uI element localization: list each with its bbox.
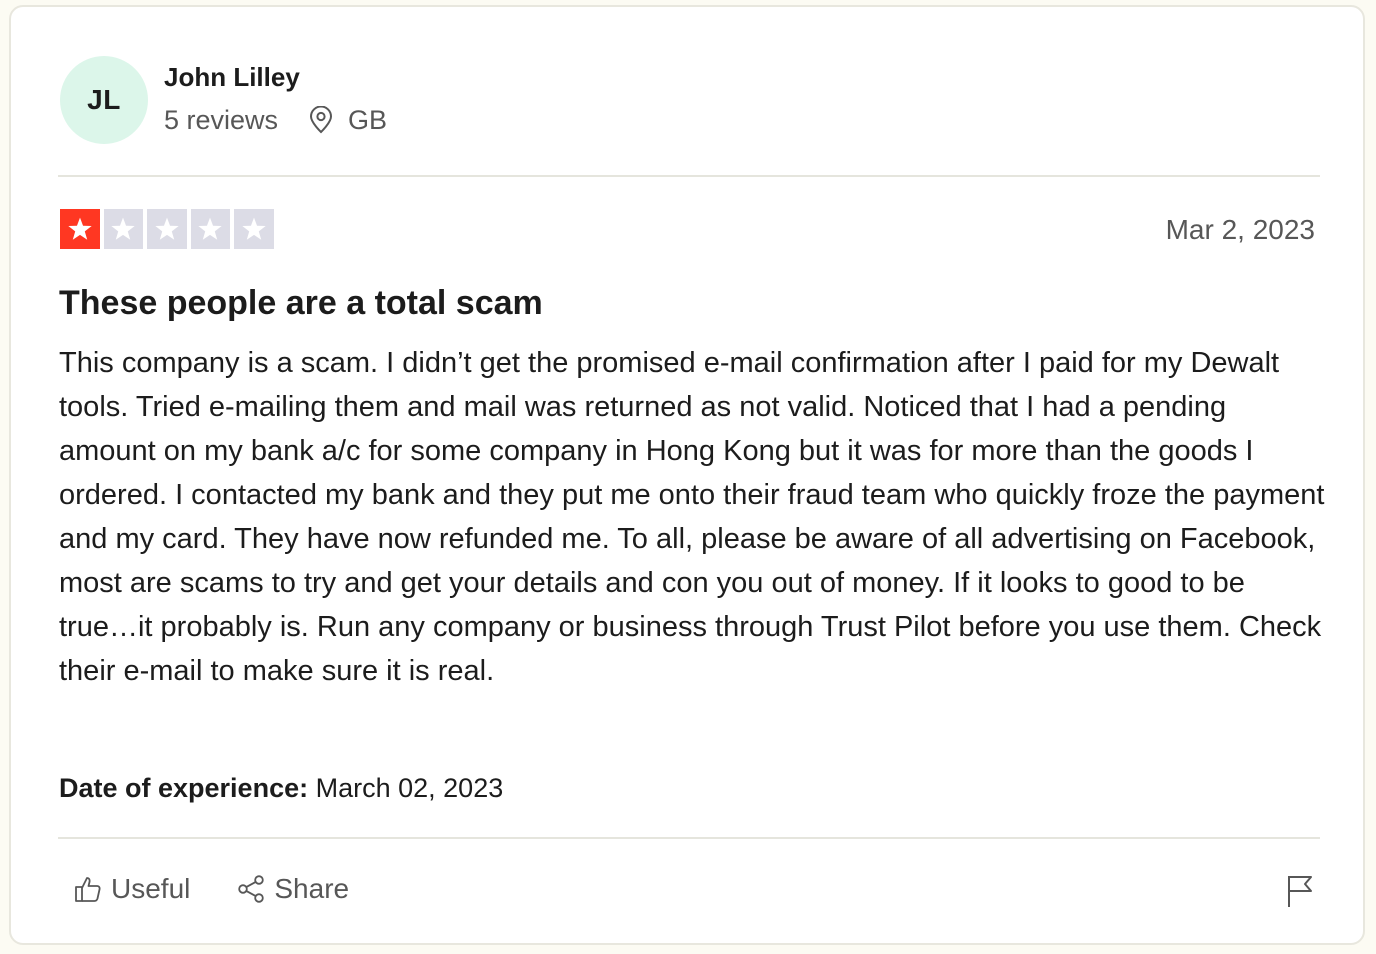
consumer-meta: 5 reviews GB [164, 103, 387, 137]
star-5 [234, 209, 274, 249]
review-actions: Useful Share [73, 873, 349, 905]
share-label: Share [274, 873, 350, 904]
thumbs-up-icon [73, 874, 103, 904]
star-rating [60, 209, 274, 249]
consumer-location: GB [348, 104, 388, 135]
useful-button[interactable]: Useful [73, 873, 190, 905]
avatar-initials: JL [87, 84, 121, 115]
review-title[interactable]: These people are a total scam [59, 283, 543, 323]
header-divider [58, 175, 1320, 177]
location-pin-icon [308, 106, 334, 134]
flag-icon [1286, 874, 1314, 908]
star-3 [147, 209, 187, 249]
star-1 [60, 209, 100, 249]
review-date: Mar 2, 2023 [1165, 214, 1315, 245]
useful-label: Useful [111, 873, 191, 904]
star-icon [111, 217, 135, 240]
date-of-experience: Date of experience: March 02, 2023 [59, 771, 503, 805]
experience-date: March 02, 2023 [315, 773, 504, 803]
share-icon [236, 874, 266, 904]
footer-divider [58, 837, 1320, 839]
experience-label: Date of experience: [59, 773, 309, 803]
review-body: This company is a scam. I didn’t get the… [59, 347, 1325, 687]
consumer-name[interactable]: John Lilley [164, 61, 300, 93]
star-icon [242, 217, 266, 240]
star-icon [68, 217, 92, 240]
share-button[interactable]: Share [236, 873, 349, 905]
review-card: JL John Lilley 5 reviews GB Mar 2, 2023 … [9, 5, 1365, 945]
star-2 [103, 209, 143, 249]
avatar[interactable]: JL [60, 56, 148, 144]
report-flag-button[interactable] [1285, 873, 1315, 909]
star-icon [198, 217, 222, 240]
star-4 [190, 209, 230, 249]
reviews-count[interactable]: 5 reviews [164, 105, 278, 136]
star-icon [155, 217, 179, 240]
